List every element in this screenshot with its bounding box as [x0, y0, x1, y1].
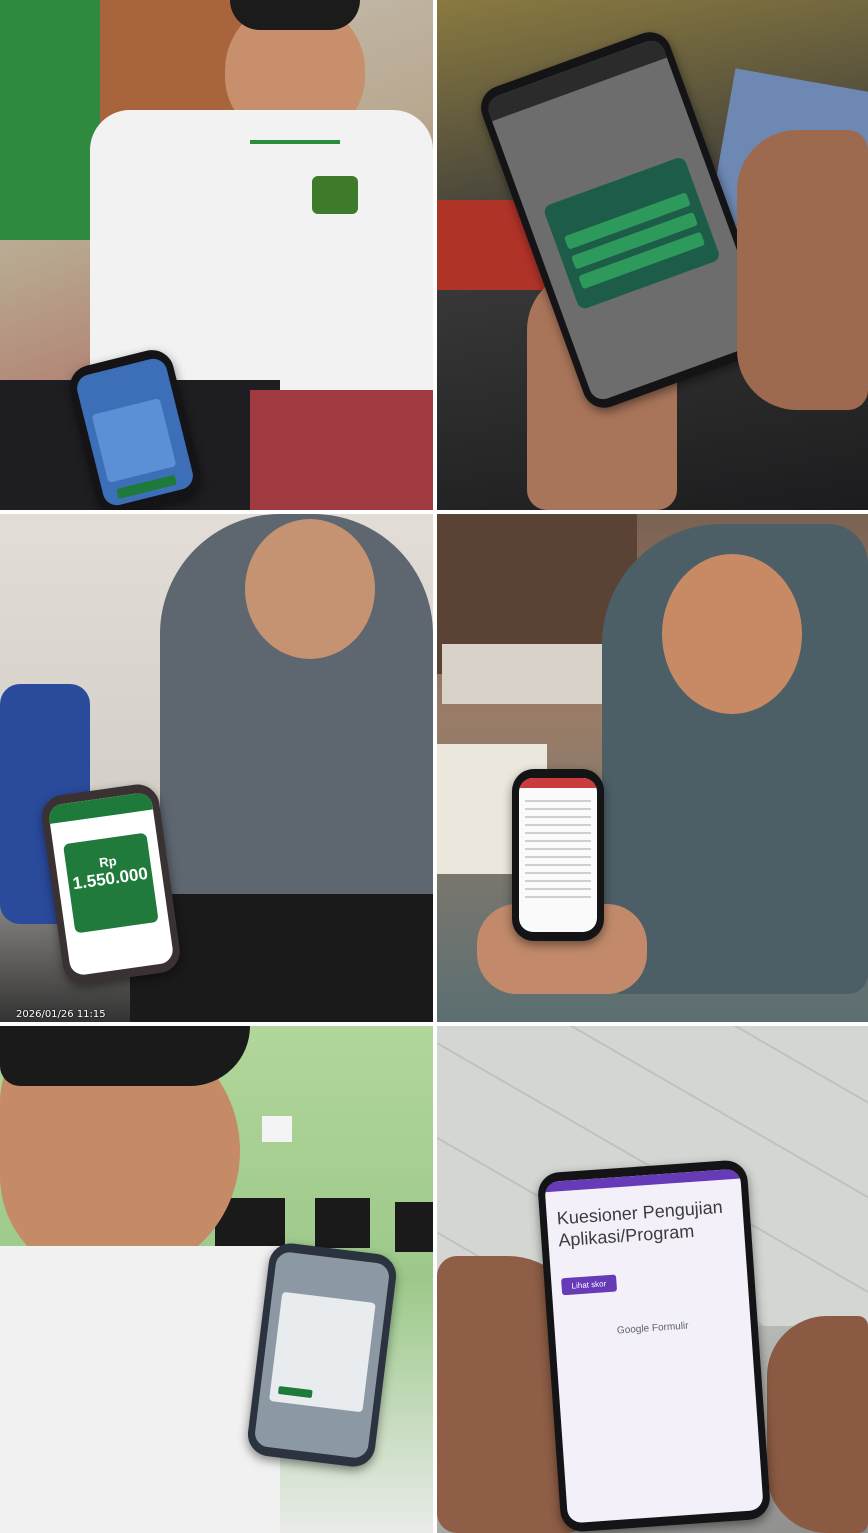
right-hand [737, 130, 868, 410]
monitor-3 [395, 1202, 433, 1252]
app-login-panel [91, 398, 177, 483]
collar [250, 110, 340, 144]
right-hand [767, 1316, 868, 1533]
face [245, 519, 375, 659]
badge [312, 176, 358, 214]
form-description [560, 1247, 736, 1266]
photo-man-green-app [0, 0, 433, 510]
form-title: Kuesioner Pengujian Aplikasi/Program [556, 1196, 724, 1251]
phone-screen [253, 1250, 391, 1460]
hair [230, 0, 360, 30]
doc-header [519, 778, 597, 788]
phone [245, 1240, 399, 1470]
amount-card: Rp 1.550.000 [63, 832, 159, 934]
hair [0, 1026, 250, 1086]
white-shirt [0, 1246, 280, 1533]
photo-man-confirm-modal [0, 1026, 433, 1533]
photo-woman-amount-screen: Rp 1.550.000 2026/01/26 11:15 [0, 514, 433, 1022]
phone-screen: Rp 1.550.000 [47, 791, 175, 977]
face [662, 554, 802, 714]
paper-note [262, 1116, 292, 1142]
view-score-button: Lihat skor [561, 1274, 617, 1296]
timestamp: 2026/01/26 11:15 [16, 1009, 106, 1020]
phone-screen [519, 778, 597, 932]
phone: Kuesioner Pengujian Aplikasi/Program Lih… [536, 1159, 772, 1533]
photo-google-form: Kuesioner Pengujian Aplikasi/Program Lih… [437, 1026, 868, 1533]
cushion [250, 390, 433, 510]
google-forms-brand: Google Formulir [616, 1320, 689, 1337]
monitor-2 [315, 1198, 370, 1248]
doc-lines [525, 800, 591, 900]
phone [512, 769, 604, 941]
form-header-bar [544, 1168, 741, 1193]
paper-stack [442, 644, 602, 704]
photo-woman-document-screen [437, 514, 868, 1022]
phone-screen: Kuesioner Pengujian Aplikasi/Program Lih… [544, 1168, 764, 1524]
app-header [47, 791, 154, 824]
browser-bar [484, 36, 667, 122]
photo-hands-phone-modal [437, 0, 868, 510]
